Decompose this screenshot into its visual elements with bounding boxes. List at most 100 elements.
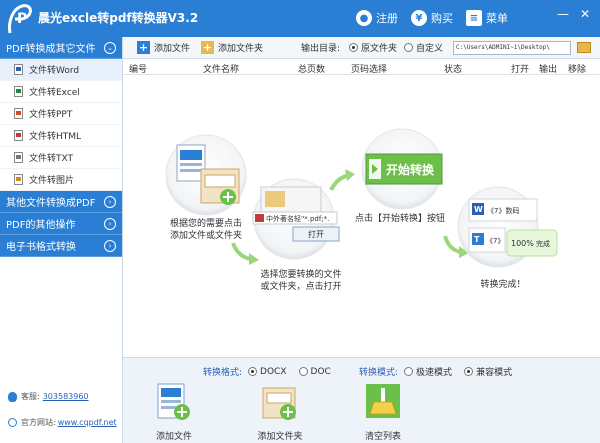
result-row1-text: 《7》数码 [487,206,519,215]
sidebar-category-pdf-other-ops[interactable]: PDF的其他操作 › [0,213,122,235]
buy-button[interactable]: ¥ 购买 [411,9,453,27]
bottom-add-file-label: 添加文件 [155,432,192,442]
radio-label: DOCX [260,366,287,377]
col-number: 编号 [129,65,148,75]
menu-button[interactable]: ≡ 菜单 [466,9,508,27]
sidebar-item-image[interactable]: 文件转图片 [0,169,122,191]
sidebar-item-label: 文件转Excel [29,88,80,98]
chevron-right-icon: › [104,240,116,252]
website-link[interactable]: www.cqpdf.net [58,418,117,427]
radio-unselected-icon [404,43,413,52]
bottom-panel: 转换格式: DOCX DOC 转换模式: 极速模式 兼容模式 添加文件 添加文件… [123,357,600,443]
ppt-file-icon [14,108,23,119]
sidebar-item-label: 文件转Word [29,66,80,76]
mode-label: 转换模式: [359,368,399,378]
toolbar: + 添加文件 + 添加文件夹 输出目录: 原文件夹 自定义 C:\Users\A… [123,37,600,59]
output-custom-radio[interactable]: 自定义 [404,41,443,54]
add-folder-label: 添加文件夹 [218,44,264,54]
radio-selected-icon [349,43,358,52]
format-options: 转换格式: DOCX DOC [203,365,343,379]
format-label: 转换格式: [203,368,243,378]
close-button[interactable]: ✕ [576,6,594,22]
sidebar-item-word[interactable]: 文件转Word [0,59,122,81]
qq-icon [8,391,17,402]
sidebar-category-other-to-pdf[interactable]: 其他文件转换成PDF › [0,191,122,213]
add-file-button[interactable]: + 添加文件 [137,41,190,54]
sidebar-item-label: 文件转HTML [29,132,82,142]
radio-label: 极速模式 [416,368,453,378]
file-list-area[interactable]: 中外著名轻"*.pdf;*. 打开 开始转换 W 《7》数码 T 《7》 100… [123,75,600,357]
qq-number-link[interactable]: 303583960 [43,392,89,401]
qq-line: 客服: 303583960 [8,391,89,402]
category-label: PDF的其他操作 [6,220,76,231]
output-original-radio[interactable]: 原文件夹 [349,41,397,54]
sidebar-item-html[interactable]: 文件转HTML [0,125,122,147]
chevron-right-icon: › [104,196,116,208]
mode-fast-radio[interactable]: 极速模式 [404,365,452,378]
dialog-filename-text: 中外著名轻"*.pdf;*. [266,214,329,223]
step3-caption: 点击【开始转换】按钮 [354,214,445,224]
output-path-input[interactable]: C:\Users\ADMINI~1\Desktop\ [453,41,571,55]
excel-file-icon [14,86,23,97]
chevron-right-icon: › [104,218,116,230]
menu-label: 菜单 [486,12,508,25]
radio-selected-icon [464,367,474,376]
mode-compat-radio[interactable]: 兼容模式 [464,365,512,378]
step4-caption: 转换完成！ [480,280,526,290]
menu-icon: ≡ [466,10,482,26]
radio-label: 兼容模式 [476,368,513,378]
txt-file-icon [14,152,23,163]
sidebar-item-excel[interactable]: 文件转Excel [0,81,122,103]
guide-arrow-icon [329,173,350,191]
category-label: PDF转换成其它文件 [6,44,96,55]
add-folder-icon [262,387,296,420]
svg-text:T: T [474,235,480,244]
bottom-add-file-button[interactable]: 添加文件 [144,382,204,442]
result-percent-text: 100% [511,239,534,248]
format-docx-radio[interactable]: DOCX [248,366,287,377]
bottom-add-folder-button[interactable]: 添加文件夹 [250,382,310,442]
sidebar-category-ebook[interactable]: 电子书格式转换 › [0,235,122,257]
sidebar-item-ppt[interactable]: 文件转PPT [0,103,122,125]
radio-label: 自定义 [416,44,444,54]
minimize-button[interactable]: — [554,6,572,22]
col-status: 状态 [444,65,463,75]
mode-options: 转换模式: 极速模式 兼容模式 [359,365,524,378]
browse-folder-icon[interactable] [577,42,591,53]
app-logo-letter: P [17,11,27,27]
step2-open-dialog-graphic: 中外著名轻"*.pdf;*. 打开 [252,178,340,260]
register-label: 注册 [376,12,398,25]
result-done-text: 完成 [536,239,550,248]
website-line: 官方网站: www.cqpdf.net [8,417,117,428]
app-logo-icon: P [8,4,32,34]
broom-icon [366,384,400,418]
register-button[interactable]: ● 注册 [356,9,398,27]
sidebar-category-pdf-to-other[interactable]: PDF转换成其它文件 ⌄ [0,37,122,59]
category-label: 其他文件转换成PDF [6,198,96,209]
guide-arrow-head-icon [345,169,355,181]
bottom-add-folder-label: 添加文件夹 [257,432,303,442]
radio-selected-icon [248,367,258,376]
add-file-label: 添加文件 [154,44,191,54]
word-file-icon [14,64,23,75]
radio-label: 原文件夹 [361,44,398,54]
col-total-pages: 总页数 [298,65,326,75]
user-icon: ● [356,10,372,26]
dialog-open-text: 打开 [308,229,324,239]
format-doc-radio[interactable]: DOC [298,367,331,377]
image-file-icon [14,174,23,185]
add-file-icon [157,383,190,420]
sidebar-item-txt[interactable]: 文件转TXT [0,147,122,169]
add-folder-button[interactable]: + 添加文件夹 [201,41,263,54]
sidebar-item-label: 文件转图片 [29,176,75,186]
col-output: 输出 [539,65,558,75]
clear-list-button[interactable]: 清空列表 [353,382,413,442]
radio-unselected-icon [298,367,308,376]
sidebar-item-label: 文件转PPT [29,110,73,120]
guide-arrow-icon [231,242,252,261]
radio-unselected-icon [404,367,414,376]
category-label: 电子书格式转换 [6,242,76,253]
chevron-down-icon: ⌄ [104,42,116,54]
plus-icon: + [137,41,150,54]
result-row2-text: 《7》 [486,237,504,245]
